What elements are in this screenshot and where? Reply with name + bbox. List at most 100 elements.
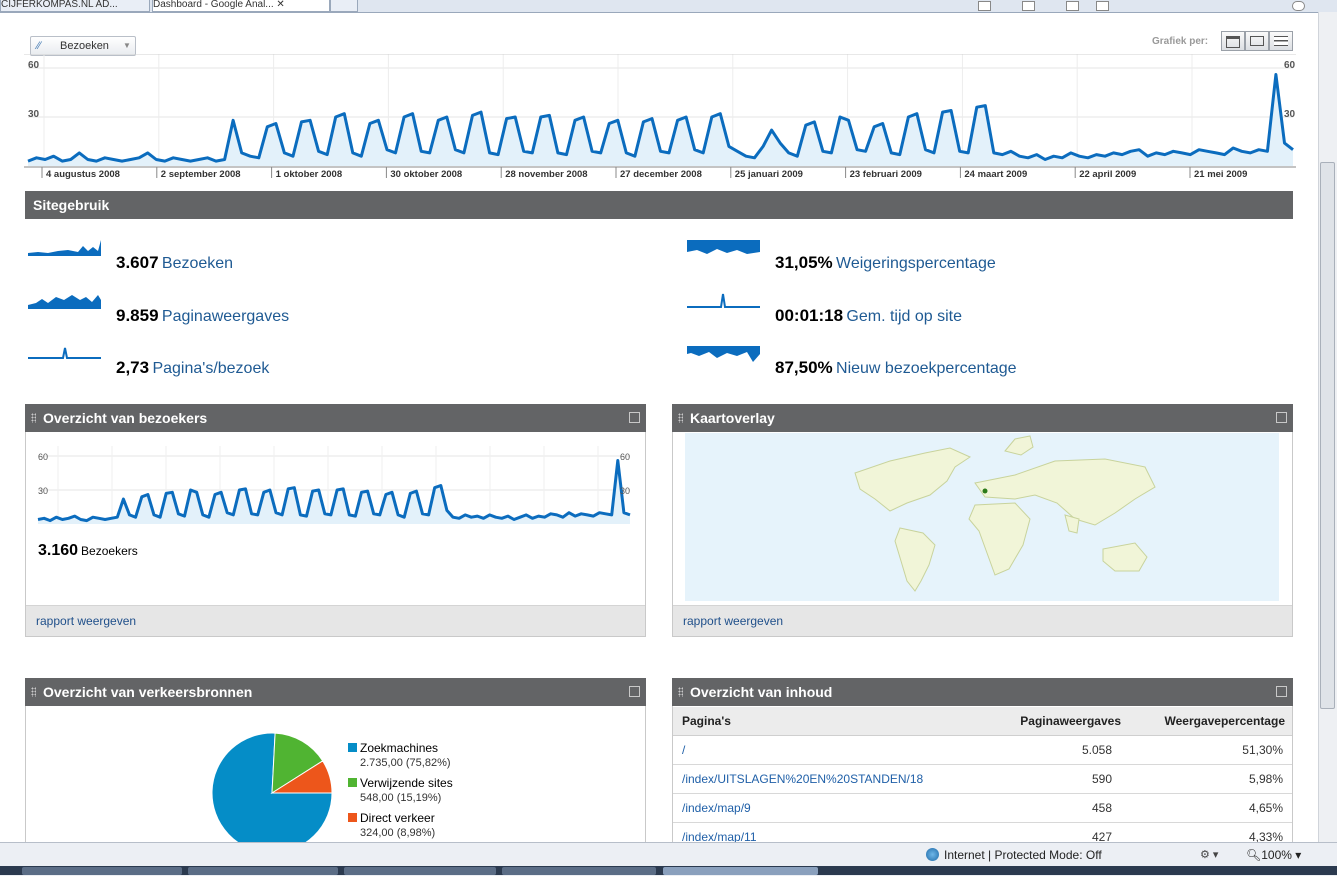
home-icon[interactable] <box>978 1 991 11</box>
view-week-button[interactable] <box>1245 31 1269 51</box>
x-tick-label: 27 december 2008 <box>620 169 702 180</box>
sparkline-visits <box>28 238 102 258</box>
y-tick-label: 60 <box>38 452 48 462</box>
metric-new-visits-link[interactable]: Nieuw bezoekpercentage <box>836 360 1017 377</box>
legend-direct-traffic: Direct verkeer <box>360 811 435 825</box>
metric-visits-link[interactable]: Bezoeken <box>162 255 233 272</box>
y-tick-label: 60 <box>1284 60 1296 71</box>
print-icon[interactable] <box>1066 1 1079 11</box>
visitors-count-value: 3.160 <box>38 542 79 559</box>
visits-line-chart[interactable]: 60 60 30 30 4 augustus 2008 2 september 2008 1… <box>24 54 1296 182</box>
table-row-page-link[interactable]: / <box>682 743 685 757</box>
close-icon[interactable] <box>629 412 640 423</box>
column-header-pages[interactable]: Pagina's <box>682 714 731 728</box>
metric-bounce-rate-link[interactable]: Weigeringspercentage <box>836 255 996 272</box>
metric-pageviews-link[interactable]: Paginaweergaves <box>162 308 289 325</box>
metric-pages-per-visit: 2,73 Pagina's/bezoek <box>116 358 269 378</box>
table-row-views: 5.058 <box>1081 743 1112 757</box>
metric-visits: 3.607 Bezoeken <box>116 253 233 273</box>
close-icon[interactable] <box>1276 412 1287 423</box>
scrollbar-thumb[interactable] <box>1320 162 1335 709</box>
x-tick-label: 2 september 2008 <box>161 169 241 180</box>
tab-label: Dashboard - Google Anal... <box>153 0 274 10</box>
browser-tab-cijferkompas[interactable]: CIJFERKOMPAS.NL AD... <box>0 0 150 12</box>
metric-pageviews: 9.859 Paginaweergaves <box>116 306 289 326</box>
sparkline-time-on-site <box>687 291 761 311</box>
page-menu-icon[interactable] <box>1096 1 1109 11</box>
close-icon[interactable] <box>629 686 640 697</box>
y-tick-label: 30 <box>28 109 40 120</box>
sparkline-pageviews <box>28 291 102 311</box>
visitors-overview-header[interactable]: Overzicht van bezoekers <box>25 404 646 432</box>
metric-time-on-site: 00:01:18 Gem. tijd op site <box>775 306 962 326</box>
table-row-page-link[interactable]: /index/UITSLAGEN%20EN%20STANDEN/18 <box>682 772 923 786</box>
security-zone-label[interactable]: Internet | Protected Mode: Off <box>944 848 1102 862</box>
sparkline-bounce-rate <box>687 238 761 258</box>
column-header-pageviews[interactable]: Paginaweergaves <box>990 714 1121 728</box>
zoom-control[interactable]: 🔍︎100% ▾ <box>1246 848 1301 862</box>
feeds-icon[interactable] <box>1022 1 1035 11</box>
metric-selector-dropdown[interactable]: ⁄∕ Bezoeken ▼ <box>30 36 136 56</box>
y-tick-label: 60 <box>620 452 630 462</box>
taskbar-button[interactable] <box>344 867 496 875</box>
metric-bounce-rate-value: 31,05% <box>775 253 833 272</box>
browser-tab-dashboard[interactable]: Dashboard - Google Anal... ✕ <box>152 0 330 12</box>
view-month-button[interactable] <box>1269 31 1293 51</box>
content-overview-title: Overzicht van inhoud <box>690 684 833 700</box>
table-row-views: 458 <box>1091 801 1112 815</box>
column-header-view-pct[interactable]: Weergavepercentage <box>1140 714 1285 728</box>
x-tick-label: 30 oktober 2008 <box>390 169 462 180</box>
drag-handle-icon[interactable] <box>31 413 36 423</box>
y-tick-label: 30 <box>1284 109 1296 120</box>
series-area <box>38 460 630 524</box>
row-divider <box>673 793 1292 794</box>
x-tick-label: 1 oktober 2008 <box>276 169 343 180</box>
world-map[interactable] <box>685 433 1279 601</box>
traffic-sources-pie-chart[interactable] <box>210 731 334 855</box>
line-chart-icon: ⁄∕ <box>37 40 41 52</box>
protected-mode-icon[interactable]: ⚙ ▾ <box>1200 848 1218 861</box>
view-day-button[interactable] <box>1221 31 1245 51</box>
globe-icon <box>926 848 939 861</box>
drag-handle-icon[interactable] <box>678 413 683 423</box>
metric-pages-per-visit-link[interactable]: Pagina's/bezoek <box>152 360 269 377</box>
taskbar-button[interactable] <box>22 867 182 875</box>
metric-pages-per-visit-value: 2,73 <box>116 358 150 377</box>
map-report-link[interactable]: rapport weergeven <box>683 614 783 628</box>
taskbar-button[interactable] <box>188 867 338 875</box>
sparkline-pages-per-visit <box>28 344 102 364</box>
table-row-pct: 51,30% <box>1242 743 1283 757</box>
visitors-report-link[interactable]: rapport weergeven <box>36 614 136 628</box>
visitors-line-chart[interactable]: 60 60 30 30 <box>36 446 636 532</box>
close-icon[interactable] <box>1276 686 1287 697</box>
chevron-down-icon: ▾ <box>1295 848 1302 862</box>
taskbar-button[interactable] <box>502 867 656 875</box>
zoom-level: 100% <box>1261 848 1292 862</box>
traffic-sources-header[interactable]: Overzicht van verkeersbronnen <box>25 678 646 706</box>
row-divider <box>673 822 1292 823</box>
metric-visits-value: 3.607 <box>116 253 159 272</box>
map-overlay-header[interactable]: Kaartoverlay <box>672 404 1293 432</box>
x-tick-label: 22 april 2009 <box>1079 169 1136 180</box>
legend-swatch-referral <box>348 778 357 787</box>
map-overlay-title: Kaartoverlay <box>690 410 775 426</box>
visitors-overview-title: Overzicht van bezoekers <box>43 410 208 426</box>
legend-search-engines: Zoekmachines <box>360 741 439 755</box>
metric-new-visits-value: 87,50% <box>775 358 833 377</box>
new-tab-button[interactable] <box>330 0 358 12</box>
legend-swatch-direct <box>348 813 357 822</box>
content-overview-header[interactable]: Overzicht van inhoud <box>672 678 1293 706</box>
graph-by-label: Grafiek per: <box>1152 36 1209 47</box>
close-icon[interactable]: ✕ <box>276 0 284 10</box>
table-row-page-link[interactable]: /index/map/9 <box>682 801 751 815</box>
drag-handle-icon[interactable] <box>31 687 36 697</box>
drag-handle-icon[interactable] <box>678 687 683 697</box>
metric-bounce-rate: 31,05% Weigeringspercentage <box>775 253 996 273</box>
zoom-icon: 🔍︎ <box>1246 848 1262 862</box>
visitors-count: 3.160 Bezoekers <box>38 542 138 560</box>
legend-search-engines-value: 2.735,00 (75,82%) <box>360 757 451 769</box>
taskbar-button-active[interactable] <box>663 867 818 875</box>
help-icon[interactable] <box>1292 1 1305 11</box>
sparkline-new-visits <box>687 344 761 364</box>
metric-time-on-site-link[interactable]: Gem. tijd op site <box>846 308 962 325</box>
